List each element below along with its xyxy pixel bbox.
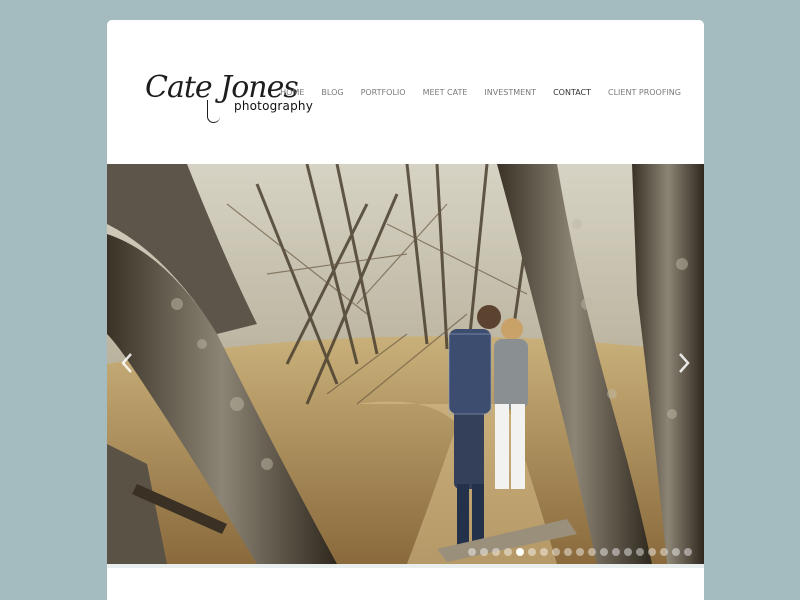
- slider-dot[interactable]: [564, 548, 572, 556]
- nav-item-blog[interactable]: BLOG: [321, 88, 343, 97]
- main-nav: HOME BLOG PORTFOLIO MEET CATE INVESTMENT…: [280, 88, 681, 97]
- slider-dot[interactable]: [660, 548, 668, 556]
- logo-flourish: [207, 100, 220, 123]
- hero-slider[interactable]: [107, 164, 704, 564]
- slider-pagination: [468, 548, 692, 556]
- slider-dot[interactable]: [504, 548, 512, 556]
- nav-item-meet-cate[interactable]: MEET CATE: [423, 88, 468, 97]
- chevron-right-icon[interactable]: [677, 352, 691, 374]
- slider-dot[interactable]: [672, 548, 680, 556]
- nav-item-home[interactable]: HOME: [280, 88, 304, 97]
- nav-item-investment[interactable]: INVESTMENT: [484, 88, 536, 97]
- nav-item-client-proofing[interactable]: CLIENT PROOFING: [608, 88, 681, 97]
- slider-dot[interactable]: [480, 548, 488, 556]
- site-logo[interactable]: Cate Jones photography: [145, 70, 315, 130]
- slider-dot[interactable]: [648, 548, 656, 556]
- slider-dot[interactable]: [552, 548, 560, 556]
- nav-item-contact[interactable]: CONTACT: [553, 88, 591, 97]
- site-container: Cate Jones photography HOME BLOG PORTFOL…: [107, 20, 704, 600]
- slider-dot[interactable]: [528, 548, 536, 556]
- slider-dot[interactable]: [468, 548, 476, 556]
- nav-item-portfolio[interactable]: PORTFOLIO: [361, 88, 406, 97]
- slider-dot[interactable]: [516, 548, 524, 556]
- slider-dot[interactable]: [600, 548, 608, 556]
- slider-dot[interactable]: [492, 548, 500, 556]
- slider-dot[interactable]: [540, 548, 548, 556]
- content-divider: [107, 564, 704, 568]
- tagline-text: ...: [317, 586, 344, 600]
- slider-dot[interactable]: [684, 548, 692, 556]
- slide-photo: [107, 164, 704, 564]
- slider-dot[interactable]: [636, 548, 644, 556]
- slider-dot[interactable]: [576, 548, 584, 556]
- logo-subtitle: photography: [234, 99, 314, 113]
- slider-dot[interactable]: [624, 548, 632, 556]
- chevron-left-icon[interactable]: [120, 352, 134, 374]
- slider-dot[interactable]: [612, 548, 620, 556]
- slider-dot[interactable]: [588, 548, 596, 556]
